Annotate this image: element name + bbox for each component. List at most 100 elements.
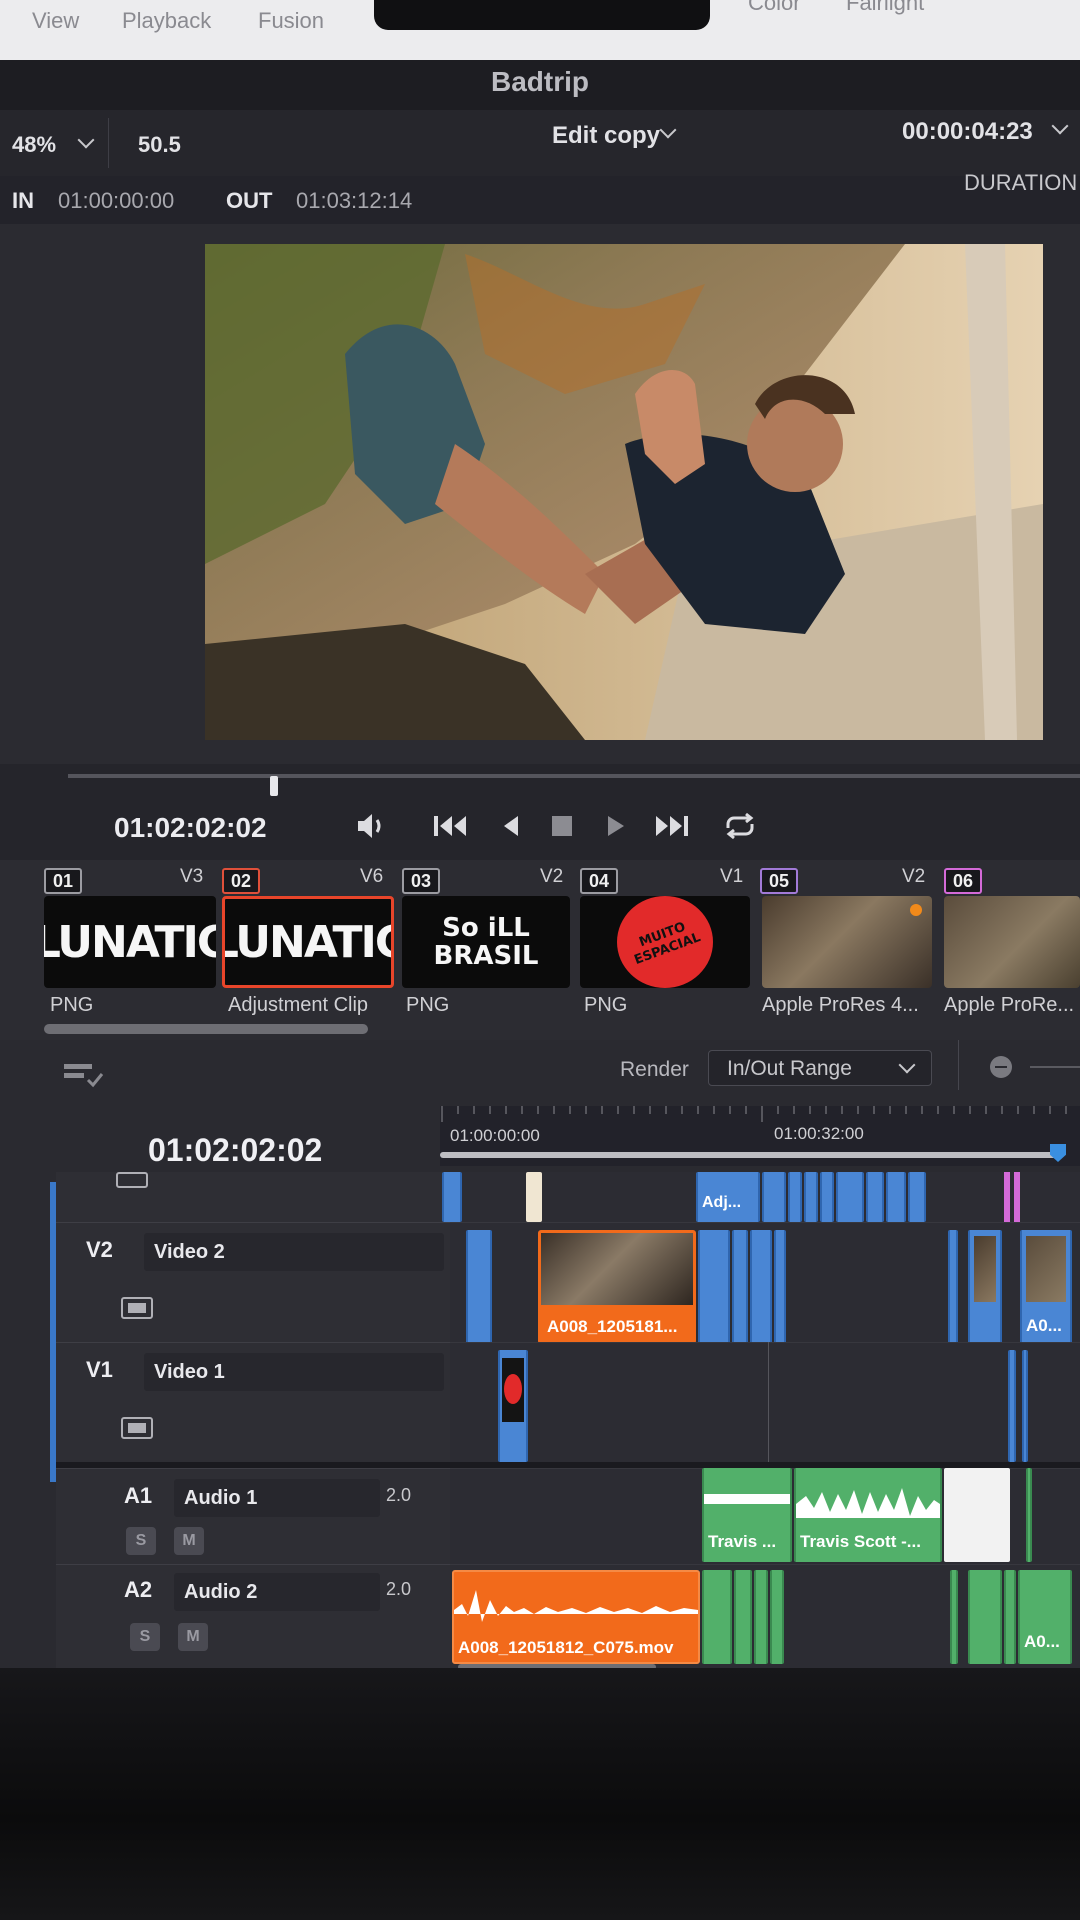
clip-thumbnail-01[interactable]: LUNATIC	[44, 896, 216, 988]
skip-to-start-icon[interactable]	[430, 808, 470, 844]
track-name-v2[interactable]: Video 2	[144, 1233, 444, 1271]
timeline-clip[interactable]	[1022, 1350, 1028, 1462]
mute-button[interactable]: M	[174, 1527, 204, 1555]
duration-timecode: 00:00:04:23	[902, 118, 1033, 145]
clip-thumbnail-06[interactable]	[944, 896, 1080, 988]
solo-button[interactable]: S	[126, 1527, 156, 1555]
reverse-play-icon[interactable]	[490, 808, 530, 844]
loop-icon[interactable]	[720, 808, 760, 844]
menu-view[interactable]: View	[32, 8, 79, 34]
playhead-range-bar[interactable]	[440, 1152, 1058, 1158]
clip-title: A008_1205181...	[547, 1317, 678, 1336]
timeline-clip[interactable]	[732, 1230, 748, 1344]
zoom-dropdown[interactable]: 48%	[12, 132, 56, 158]
timeline-clip[interactable]	[762, 1172, 786, 1222]
clip-number-03: 03	[402, 868, 440, 894]
timeline-options-icon[interactable]	[62, 1060, 106, 1090]
timeline-chevron-icon[interactable]	[659, 121, 677, 139]
film-icon[interactable]	[120, 1415, 154, 1441]
film-icon[interactable]	[120, 1295, 154, 1321]
timeline-timecode: 01:02:02:02	[148, 1132, 323, 1168]
timeline-clip[interactable]	[526, 1172, 542, 1222]
track-name-a1[interactable]: Audio 1	[174, 1479, 380, 1517]
timeline-selected-clip[interactable]: A008_1205181...	[538, 1230, 696, 1344]
audio-clip[interactable]	[734, 1570, 752, 1664]
timeline-clip[interactable]	[498, 1350, 528, 1462]
clips-scrollbar[interactable]	[44, 1024, 368, 1034]
timeline-clip[interactable]	[1008, 1350, 1016, 1462]
audio-clip[interactable]	[754, 1570, 768, 1664]
timeline-clip[interactable]	[788, 1172, 802, 1222]
timeline-clip[interactable]	[968, 1230, 1002, 1344]
audio-clip[interactable]: Travis Scott -...	[794, 1468, 942, 1562]
scrubber-handle[interactable]	[270, 776, 279, 796]
duration-label: DURATION	[964, 170, 1078, 195]
clip-title: A0...	[1024, 1632, 1060, 1651]
volume-icon[interactable]	[352, 808, 392, 844]
menu-playback[interactable]: Playback	[122, 8, 211, 34]
video-frame[interactable]	[205, 244, 1043, 740]
duration-chevron-icon[interactable]	[1051, 117, 1069, 135]
timeline-clip[interactable]	[750, 1230, 772, 1344]
solo-button[interactable]: S	[130, 1623, 160, 1651]
menu-color[interactable]: Color	[748, 0, 801, 16]
resolve-window: Badtrip 48% 50.5 Edit copy 00:00:04:23 I…	[0, 60, 1080, 1670]
out-timecode: 01:03:12:14	[296, 188, 413, 213]
menu-fairlight[interactable]: Fairlight	[846, 0, 924, 16]
track-name-a2[interactable]: Audio 2	[174, 1573, 380, 1611]
track-name-v1[interactable]: Video 1	[144, 1353, 444, 1391]
timeline-clip[interactable]	[908, 1172, 926, 1222]
render-range-dropdown[interactable]: In/Out Range	[708, 1050, 932, 1086]
espacial-logo-circle	[504, 1374, 522, 1404]
out-label: OUT	[226, 188, 273, 213]
audio-clip[interactable]	[968, 1570, 1002, 1664]
camera-notch	[374, 0, 710, 30]
timeline-clip[interactable]	[698, 1230, 730, 1344]
audio-clip[interactable]	[702, 1570, 732, 1664]
timeline-clip[interactable]	[1014, 1172, 1020, 1222]
timeline-clip[interactable]	[820, 1172, 834, 1222]
audio-clip-selected[interactable]: A008_12051812_C075.mov	[452, 1570, 700, 1664]
timeline-clip[interactable]	[442, 1172, 462, 1222]
viewer-area[interactable]	[0, 224, 1080, 764]
stop-icon[interactable]	[542, 808, 582, 844]
clip-label-04: PNG	[584, 994, 628, 1016]
timeline-clip[interactable]	[836, 1172, 864, 1222]
clip-thumbnail	[541, 1233, 693, 1305]
clip-thumbnail-04[interactable]: MUITO ESPACIAL	[580, 896, 750, 988]
timeline-name-dropdown[interactable]: Edit copy	[552, 122, 660, 150]
menu-fusion[interactable]: Fusion	[258, 8, 324, 34]
clip-thumbnail-05[interactable]	[762, 896, 932, 988]
mute-button[interactable]: M	[178, 1623, 208, 1651]
audio-clip[interactable]	[944, 1468, 1010, 1562]
track-lane-v1[interactable]	[450, 1342, 1080, 1462]
in-timecode: 01:00:00:00	[58, 188, 175, 213]
viewer-scrubber[interactable]	[68, 774, 1080, 796]
zoom-value[interactable]: 50.5	[138, 132, 181, 158]
audio-clip[interactable]	[1004, 1570, 1016, 1664]
clip-thumbnail-02[interactable]: LUNATIC	[222, 896, 394, 988]
timeline-clip[interactable]	[948, 1230, 958, 1344]
audio-clip[interactable]	[950, 1570, 958, 1664]
timeline-clip[interactable]	[774, 1230, 786, 1344]
zoom-slider[interactable]	[1030, 1066, 1080, 1068]
audio-clip[interactable]	[1026, 1468, 1032, 1562]
timeline-clip[interactable]	[1004, 1172, 1010, 1222]
timeline-clip[interactable]	[466, 1230, 492, 1344]
track-id-v2: V2	[86, 1237, 113, 1262]
timeline-adjustment-clip[interactable]: Adj...	[696, 1172, 760, 1222]
audio-clip[interactable]	[770, 1570, 784, 1664]
audio-clip[interactable]: Travis ...	[702, 1468, 792, 1562]
timeline-clip[interactable]	[866, 1172, 884, 1222]
timeline-clip[interactable]	[886, 1172, 906, 1222]
zoom-out-icon[interactable]	[988, 1054, 1014, 1080]
timeline-clip[interactable]	[804, 1172, 818, 1222]
zoom-chevron-icon[interactable]	[77, 131, 95, 149]
transport-bar: 01:02:02:02	[0, 764, 1080, 860]
clip-thumbnail-03[interactable]: So iLL BRASIL	[402, 896, 570, 988]
skip-to-end-icon[interactable]	[652, 808, 692, 844]
render-label: Render	[620, 1058, 689, 1081]
play-icon[interactable]	[596, 808, 636, 844]
timeline-clip[interactable]: A0...	[1020, 1230, 1072, 1344]
audio-clip[interactable]: A0...	[1018, 1570, 1072, 1664]
